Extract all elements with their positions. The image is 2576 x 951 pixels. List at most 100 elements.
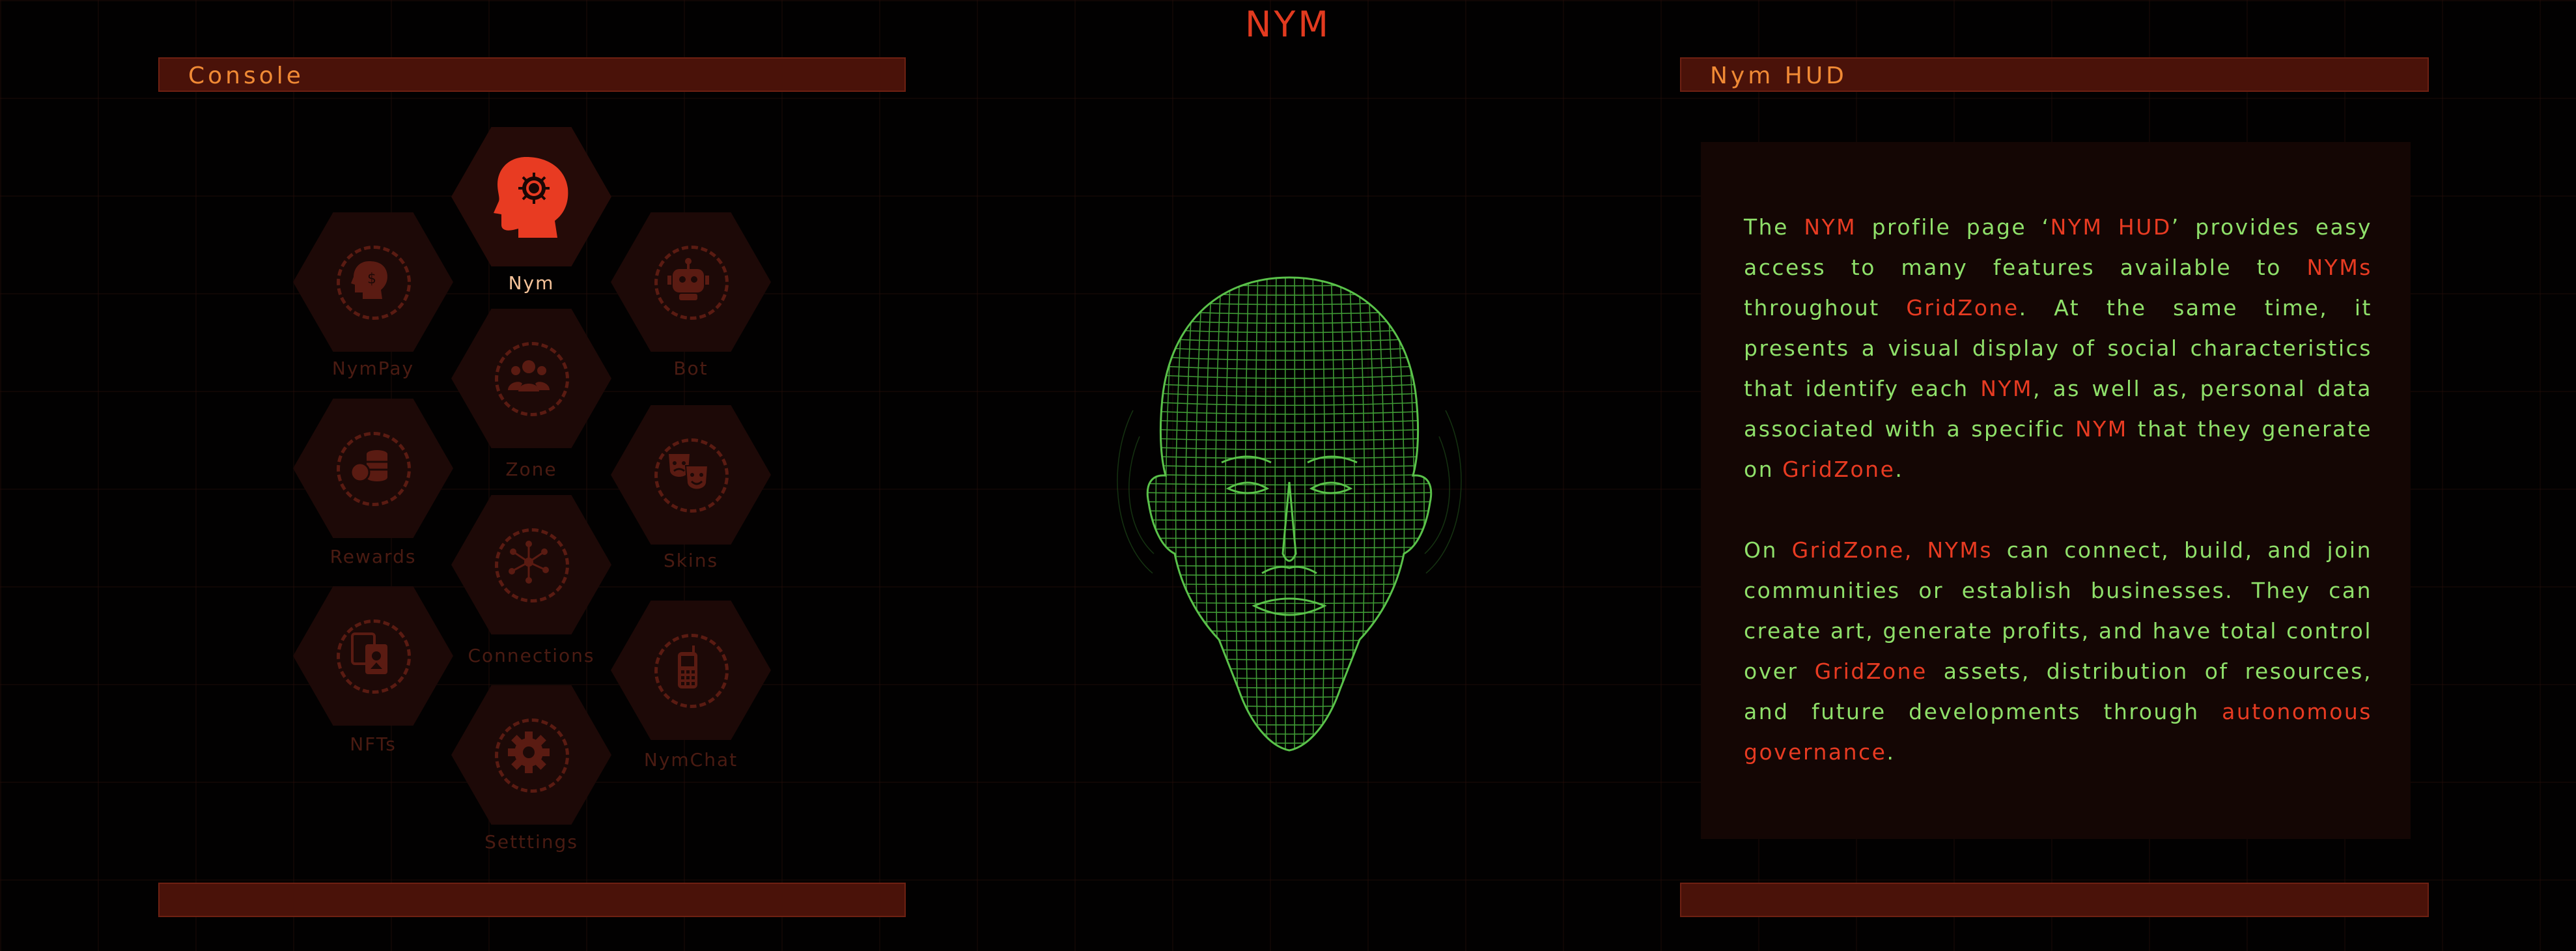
mesh-line bbox=[1155, 277, 1168, 750]
hex-item-settings[interactable] bbox=[451, 685, 611, 825]
mesh-line bbox=[1376, 277, 1385, 750]
head-dollar-icon: $ bbox=[351, 261, 387, 299]
mesh-line bbox=[1147, 291, 1431, 296]
mesh-line bbox=[1126, 267, 1140, 762]
mesh-line bbox=[1147, 556, 1431, 558]
mesh-line bbox=[1147, 619, 1431, 623]
mesh-line bbox=[1147, 610, 1431, 614]
mesh-line bbox=[1185, 277, 1195, 750]
mesh-line bbox=[1147, 419, 1431, 424]
hex-label-nymchat: NymChat bbox=[643, 749, 738, 771]
hex-item-zone[interactable] bbox=[451, 309, 611, 448]
hex-item-connections[interactable] bbox=[451, 495, 611, 634]
hud-info-panel: The NYM profile page ‘NYM HUD’ provides … bbox=[1701, 142, 2411, 839]
hex-label-nfts: NFTs bbox=[350, 733, 397, 755]
mesh-line bbox=[1147, 683, 1431, 689]
nft-cards-icon bbox=[351, 632, 387, 674]
mesh-line bbox=[1431, 267, 1444, 762]
mesh-line bbox=[1147, 738, 1431, 744]
mesh-line bbox=[1147, 656, 1431, 660]
hud-title: Nym HUD bbox=[1710, 63, 1847, 89]
mesh-line bbox=[1175, 277, 1186, 750]
mesh-line bbox=[1147, 711, 1431, 717]
mesh-line bbox=[1147, 629, 1431, 632]
group-icon bbox=[508, 360, 550, 391]
coins-icon bbox=[350, 450, 387, 483]
mesh-line bbox=[1385, 277, 1395, 750]
mesh-line bbox=[1147, 277, 1149, 750]
mesh-line bbox=[1147, 437, 1431, 442]
highlight-text: NYM HUD bbox=[2050, 214, 2172, 240]
body-text: The bbox=[1744, 214, 1804, 240]
mesh-line bbox=[1147, 309, 1431, 315]
body-text: profile page ‘ bbox=[1856, 214, 2051, 240]
hex-item-nfts[interactable] bbox=[293, 586, 453, 726]
gear-icon bbox=[508, 731, 550, 773]
mesh-line bbox=[1165, 277, 1177, 750]
head-mesh bbox=[1126, 267, 1446, 762]
hex-label-connections: Connections bbox=[468, 645, 595, 666]
mesh-line bbox=[1147, 601, 1431, 604]
mesh-line bbox=[1147, 720, 1431, 726]
console-footer-bar bbox=[158, 883, 906, 917]
mesh-line bbox=[1147, 391, 1431, 397]
highlight-text: NYM bbox=[1804, 214, 1857, 240]
mesh-line bbox=[1147, 364, 1431, 370]
mesh-line bbox=[1147, 446, 1431, 451]
mesh-line bbox=[1147, 382, 1431, 388]
hex-item-bot[interactable] bbox=[611, 212, 771, 352]
hex-item-nym[interactable] bbox=[451, 127, 611, 266]
mesh-line bbox=[1147, 702, 1431, 707]
hex-item-nymchat[interactable] bbox=[611, 601, 771, 740]
mesh-line bbox=[1147, 537, 1431, 539]
mesh-line bbox=[1367, 277, 1375, 750]
highlight-text: GridZone bbox=[1814, 659, 1927, 684]
mesh-line bbox=[1147, 282, 1431, 287]
phone-icon bbox=[678, 646, 697, 688]
mesh-line bbox=[1147, 638, 1431, 642]
highlight-text: NYM bbox=[1980, 376, 2034, 401]
mesh-line bbox=[1147, 583, 1431, 586]
mesh-line bbox=[1147, 455, 1431, 459]
hex-label-bot: Bot bbox=[673, 358, 708, 379]
network-icon bbox=[509, 541, 549, 584]
hud-paragraph-intro: The NYM profile page ‘NYM HUD’ provides … bbox=[1744, 207, 2372, 490]
highlight-text: NYMs bbox=[2306, 255, 2372, 280]
mesh-line bbox=[1147, 546, 1431, 548]
hex-item-nympay[interactable]: $ bbox=[293, 212, 453, 352]
mesh-line bbox=[1147, 674, 1431, 679]
hex-label-nympay: NymPay bbox=[331, 358, 415, 379]
mesh-line bbox=[1147, 647, 1431, 651]
hud-footer-bar bbox=[1680, 883, 2429, 917]
mesh-line bbox=[1133, 757, 1446, 761]
body-text: . bbox=[1886, 739, 1896, 765]
wireframe-head-image bbox=[1117, 267, 1462, 762]
mesh-line bbox=[1147, 729, 1431, 735]
body-text: . bbox=[1895, 457, 1904, 482]
hex-item-skins[interactable] bbox=[611, 405, 771, 545]
console-header: Console bbox=[158, 57, 906, 92]
mesh-line bbox=[1147, 501, 1431, 504]
hud-paragraph-gridzone: On GridZone, NYMs can connect, build, an… bbox=[1744, 530, 2372, 773]
hex-label-zone: Zone bbox=[505, 459, 557, 480]
app-title: NYM bbox=[1245, 4, 1331, 45]
hex-label-nym: Nym bbox=[508, 272, 555, 294]
mesh-line bbox=[1205, 277, 1213, 750]
hex-label-settings: Setttings bbox=[484, 831, 578, 853]
mesh-line bbox=[1403, 277, 1415, 750]
mesh-line bbox=[1147, 565, 1431, 567]
mesh-line bbox=[1147, 428, 1431, 433]
hex-item-rewards[interactable] bbox=[293, 399, 453, 538]
hex-label-rewards: Rewards bbox=[329, 546, 417, 567]
mesh-line bbox=[1274, 277, 1277, 750]
hud-header: Nym HUD bbox=[1680, 57, 2429, 92]
highlight-text: NYM bbox=[2075, 416, 2128, 442]
mesh-line bbox=[1147, 319, 1431, 324]
mesh-line bbox=[1147, 464, 1431, 468]
mesh-line bbox=[1147, 328, 1431, 334]
mesh-line bbox=[1303, 277, 1306, 750]
hex-label-skins: Skins bbox=[663, 550, 719, 571]
mesh-line bbox=[1195, 277, 1204, 750]
mesh-line bbox=[1147, 373, 1431, 379]
mesh-line bbox=[1147, 474, 1431, 477]
